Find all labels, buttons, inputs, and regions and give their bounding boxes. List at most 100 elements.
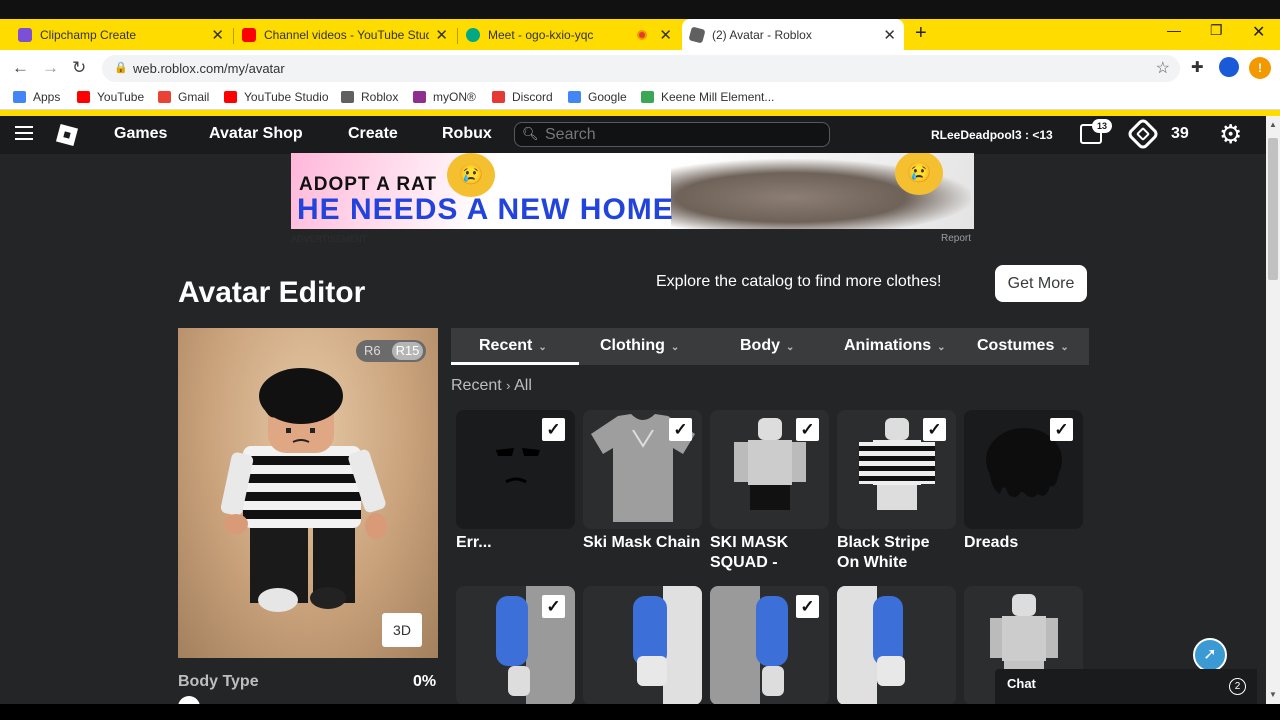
new-tab-icon[interactable]: + (915, 22, 927, 45)
username-label[interactable]: RLeeDeadpool3 : <13 (931, 128, 1053, 142)
chat-bar[interactable]: Chat 2 (995, 669, 1257, 704)
checkmark-icon[interactable]: ✓ (542, 418, 565, 441)
bookmark-star-icon[interactable]: ☆ (1156, 58, 1170, 78)
breadcrumb: Recent › All (451, 377, 532, 395)
tab-recent[interactable]: Recent ⌄ (479, 337, 547, 355)
back-icon[interactable]: ← (12, 58, 29, 78)
checkmark-icon[interactable]: ✓ (1050, 418, 1073, 441)
chevron-right-icon: › (506, 378, 515, 393)
extensions-icon[interactable]: ✚ (1191, 58, 1204, 76)
clipchamp-favicon-icon (18, 28, 32, 42)
school-icon (641, 91, 654, 103)
tab-close-icon[interactable]: ✕ (883, 26, 896, 44)
screen-bottom-edge (0, 704, 1280, 720)
restore-icon[interactable]: ❐ (1210, 22, 1223, 39)
chevron-down-icon: ⌄ (538, 342, 547, 353)
checkmark-icon[interactable]: ✓ (923, 418, 946, 441)
advertisement-banner[interactable]: ADOPT A RAT 😢 😢 HE NEEDS A NEW HOME (291, 153, 974, 229)
youtube-icon (77, 91, 90, 103)
nav-avatar-shop[interactable]: Avatar Shop (209, 125, 303, 143)
bookmark-gmail[interactable]: Gmail (158, 90, 209, 104)
bookmark-google[interactable]: Google (568, 90, 627, 104)
apps-grid-icon (13, 91, 26, 103)
scrollbar-thumb[interactable] (1268, 138, 1278, 280)
tab-youtube-studio[interactable]: Channel videos - YouTube Studio ✕ (234, 22, 456, 48)
menu-icon[interactable] (15, 126, 33, 140)
settings-gear-icon[interactable]: ⚙ (1219, 119, 1242, 150)
search-icon: 🔍︎ (522, 126, 539, 141)
tab-label: Recent (479, 337, 533, 354)
item-name[interactable]: SKI MASK SQUAD - (710, 533, 829, 573)
bookmark-myon[interactable]: myON® (413, 90, 476, 104)
tab-meet[interactable]: Meet - ogo-kxio-yqc ✕ (458, 22, 680, 48)
item-card[interactable] (583, 586, 702, 705)
bookmark-youtube-studio[interactable]: YouTube Studio (224, 90, 329, 104)
tab-label: Animations (844, 337, 932, 354)
minimize-icon[interactable]: — (1167, 22, 1181, 38)
tab-roblox-avatar[interactable]: (2) Avatar - Roblox ✕ (682, 19, 904, 50)
tab-clothing[interactable]: Clothing ⌄ (600, 337, 679, 355)
search-input[interactable] (545, 125, 815, 144)
scroll-down-icon[interactable]: ▼ (1269, 690, 1277, 699)
forward-icon[interactable]: → (42, 58, 59, 78)
extension-shield-icon[interactable] (1219, 57, 1239, 77)
tab-close-icon[interactable]: ✕ (659, 26, 672, 44)
meet-favicon-icon (466, 28, 480, 42)
item-name[interactable]: Black Stripe On White (837, 533, 956, 573)
rocket-icon[interactable]: ➚ (1193, 638, 1227, 672)
breadcrumb-parent[interactable]: Recent (451, 377, 502, 394)
tab-costumes[interactable]: Costumes ⌄ (977, 337, 1069, 355)
page-scrollbar[interactable]: ▲ ▼ (1266, 116, 1280, 704)
address-bar[interactable]: 🔒 web.roblox.com/my/avatar ☆ (102, 55, 1180, 82)
get-more-button[interactable]: Get More (995, 265, 1087, 302)
bookmark-youtube[interactable]: YouTube (77, 90, 144, 104)
r6-option[interactable]: R6 (364, 343, 381, 358)
reload-icon[interactable]: ↻ (72, 58, 86, 78)
nav-robux[interactable]: Robux (442, 125, 492, 143)
item-name[interactable]: Err... (456, 533, 575, 553)
bookmark-roblox[interactable]: Roblox (341, 90, 398, 104)
bookmark-apps[interactable]: Apps (13, 90, 60, 104)
profile-alert-icon[interactable]: ! (1249, 57, 1271, 79)
rig-type-toggle[interactable]: R6 R15 (356, 340, 426, 362)
search-box[interactable]: 🔍︎ (514, 122, 830, 147)
tab-close-icon[interactable]: ✕ (211, 26, 224, 44)
item-card[interactable] (837, 586, 956, 705)
page-title: Avatar Editor (178, 276, 366, 309)
item-name[interactable]: Dreads (964, 533, 1083, 553)
blue-sleeve-thumbnail (633, 586, 702, 705)
bookmark-discord[interactable]: Discord (492, 90, 553, 104)
tab-close-icon[interactable]: ✕ (435, 26, 448, 44)
view-3d-button[interactable]: 3D (382, 613, 422, 647)
url-text[interactable]: web.roblox.com/my/avatar (133, 61, 285, 76)
checkmark-icon[interactable]: ✓ (669, 418, 692, 441)
chevron-down-icon: ⌄ (786, 342, 795, 353)
tab-clipchamp[interactable]: Clipchamp Create ✕ (10, 22, 232, 48)
r15-option[interactable]: R15 (392, 342, 423, 360)
tab-animations[interactable]: Animations ⌄ (844, 337, 946, 355)
checkmark-icon[interactable]: ✓ (542, 595, 565, 618)
tab-body[interactable]: Body ⌄ (740, 337, 794, 355)
nav-games[interactable]: Games (114, 125, 167, 143)
tab-title: Meet - ogo-kxio-yqc (488, 28, 594, 42)
report-ad-link[interactable]: Report (941, 233, 971, 244)
explore-catalog-text: Explore the catalog to find more clothes… (656, 273, 942, 290)
item-name[interactable]: Ski Mask Chain (583, 533, 702, 553)
checkmark-icon[interactable]: ✓ (796, 418, 819, 441)
tab-title: Clipchamp Create (40, 28, 137, 42)
bookmark-label: Gmail (178, 90, 210, 104)
active-tab-indicator (451, 362, 579, 365)
scroll-up-icon[interactable]: ▲ (1269, 120, 1277, 129)
close-window-icon[interactable]: ✕ (1252, 22, 1265, 42)
checkmark-icon[interactable]: ✓ (796, 595, 819, 618)
robux-balance[interactable]: 39 (1171, 125, 1189, 143)
chat-label: Chat (1007, 676, 1036, 691)
ad-subline: HE NEEDS A NEW HOME (297, 193, 674, 226)
nav-create[interactable]: Create (348, 125, 398, 143)
bookmark-label: Keene Mill Element... (661, 90, 775, 104)
bookmark-label: Discord (512, 90, 553, 104)
chevron-down-icon: ⌄ (937, 342, 946, 353)
bookmark-keene-mill[interactable]: Keene Mill Element... (641, 90, 774, 104)
body-type-label: Body Type (178, 673, 259, 690)
avatar-preview[interactable] (178, 328, 438, 658)
